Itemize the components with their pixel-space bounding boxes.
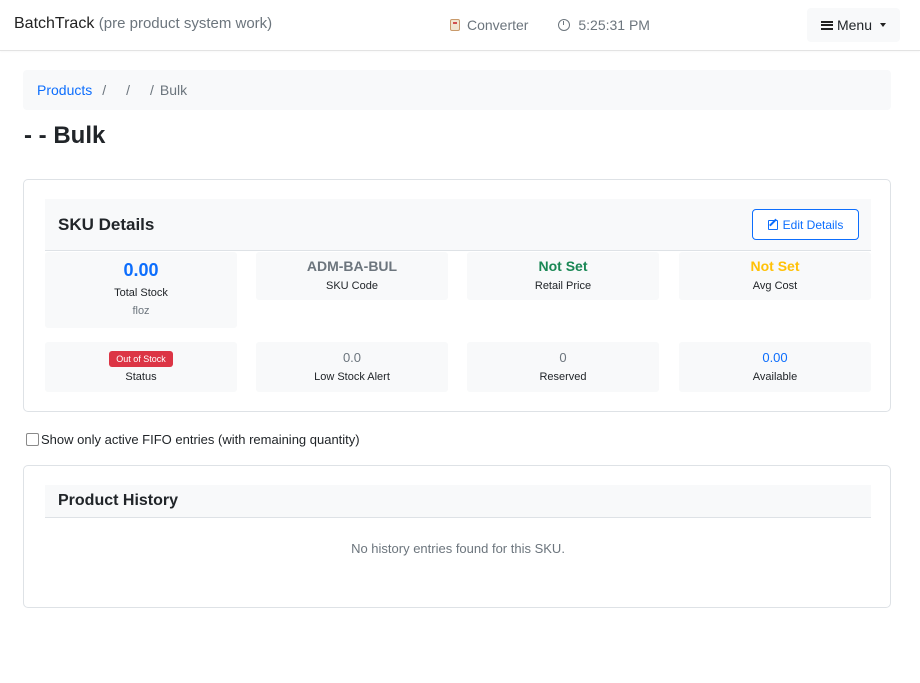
status-badge: Out of Stock: [109, 351, 173, 367]
caret-down-icon: [880, 23, 887, 27]
status-stat: Out of Stock Status: [45, 342, 237, 392]
history-empty-message: No history entries found for this SKU.: [351, 541, 565, 556]
status-label: Status: [125, 371, 157, 383]
total-stock-value: 0.00: [123, 260, 159, 280]
breadcrumb-separator: /: [102, 82, 107, 98]
clock-icon: [558, 19, 571, 31]
page-title: - - Bulk: [24, 122, 106, 149]
sku-details-card: SKU Details Edit Details 0.00 Total Stoc…: [23, 179, 891, 412]
sku-details-header: SKU Details Edit Details: [45, 199, 871, 251]
retail-price-stat: Not Set Retail Price: [467, 252, 659, 300]
breadcrumb-separator: /: [126, 82, 131, 98]
total-stock-unit: floz: [132, 305, 150, 317]
menu-label: Menu: [836, 17, 873, 33]
reserved-label: Reserved: [539, 371, 587, 383]
total-stock-stat: 0.00 Total Stock floz: [45, 252, 237, 328]
avg-cost-stat: Not Set Avg Cost: [679, 252, 871, 300]
top-navbar: BatchTrack (pre product system work) Con…: [0, 0, 920, 51]
brand-name[interactable]: BatchTrack: [14, 15, 94, 32]
low-stock-value: 0.0: [342, 350, 362, 365]
avg-cost-value: Not Set: [750, 258, 800, 274]
edit-details-button[interactable]: Edit Details: [752, 209, 859, 240]
product-history-card: Product History No history entries found…: [23, 465, 891, 608]
sku-code-stat: ADM-BA-BUL SKU Code: [256, 252, 448, 300]
sku-code-label: SKU Code: [326, 280, 378, 292]
converter-link[interactable]: Converter: [450, 17, 528, 33]
edit-details-label: Edit Details: [782, 217, 844, 232]
low-stock-stat: 0.0 Low Stock Alert: [256, 342, 448, 392]
clock-time: 5:25:31 PM: [578, 17, 650, 33]
edit-icon: [767, 219, 778, 230]
nav-center: Converter 5:25:31 PM: [450, 17, 676, 34]
product-history-header: Product History: [45, 485, 871, 518]
status-badge-wrap: Out of Stock: [45, 349, 237, 367]
brand[interactable]: BatchTrack (pre product system work): [14, 15, 272, 33]
fifo-filter[interactable]: Show only active FIFO entries (with rema…: [26, 432, 360, 447]
breadcrumb: Products / / / Bulk: [23, 70, 891, 110]
menu-button[interactable]: Menu: [807, 8, 900, 42]
reserved-value: 0: [559, 350, 567, 365]
available-stat: 0.00 Available: [679, 342, 871, 392]
converter-label: Converter: [467, 17, 529, 33]
fifo-filter-checkbox[interactable]: [26, 433, 39, 446]
sku-details-title: SKU Details: [58, 215, 155, 234]
low-stock-label: Low Stock Alert: [314, 371, 390, 383]
product-history-title: Product History: [58, 492, 179, 509]
retail-price-value: Not Set: [538, 258, 588, 274]
clock: 5:25:31 PM: [558, 17, 650, 33]
calculator-icon: [450, 19, 460, 31]
brand-subtitle: (pre product system work): [98, 15, 273, 32]
available-value: 0.00: [762, 350, 788, 365]
reserved-stat: 0 Reserved: [467, 342, 659, 392]
available-label: Available: [752, 371, 798, 383]
hamburger-icon: [820, 20, 833, 30]
retail-price-label: Retail Price: [534, 280, 592, 292]
sku-code-value: ADM-BA-BUL: [306, 258, 398, 274]
avg-cost-label: Avg Cost: [752, 280, 798, 292]
breadcrumb-current: Bulk: [159, 82, 188, 98]
breadcrumb-separator: /: [150, 82, 154, 98]
fifo-filter-label[interactable]: Show only active FIFO entries (with rema…: [41, 432, 360, 447]
total-stock-label: Total Stock: [114, 287, 168, 299]
breadcrumb-products-link[interactable]: Products: [37, 82, 92, 98]
